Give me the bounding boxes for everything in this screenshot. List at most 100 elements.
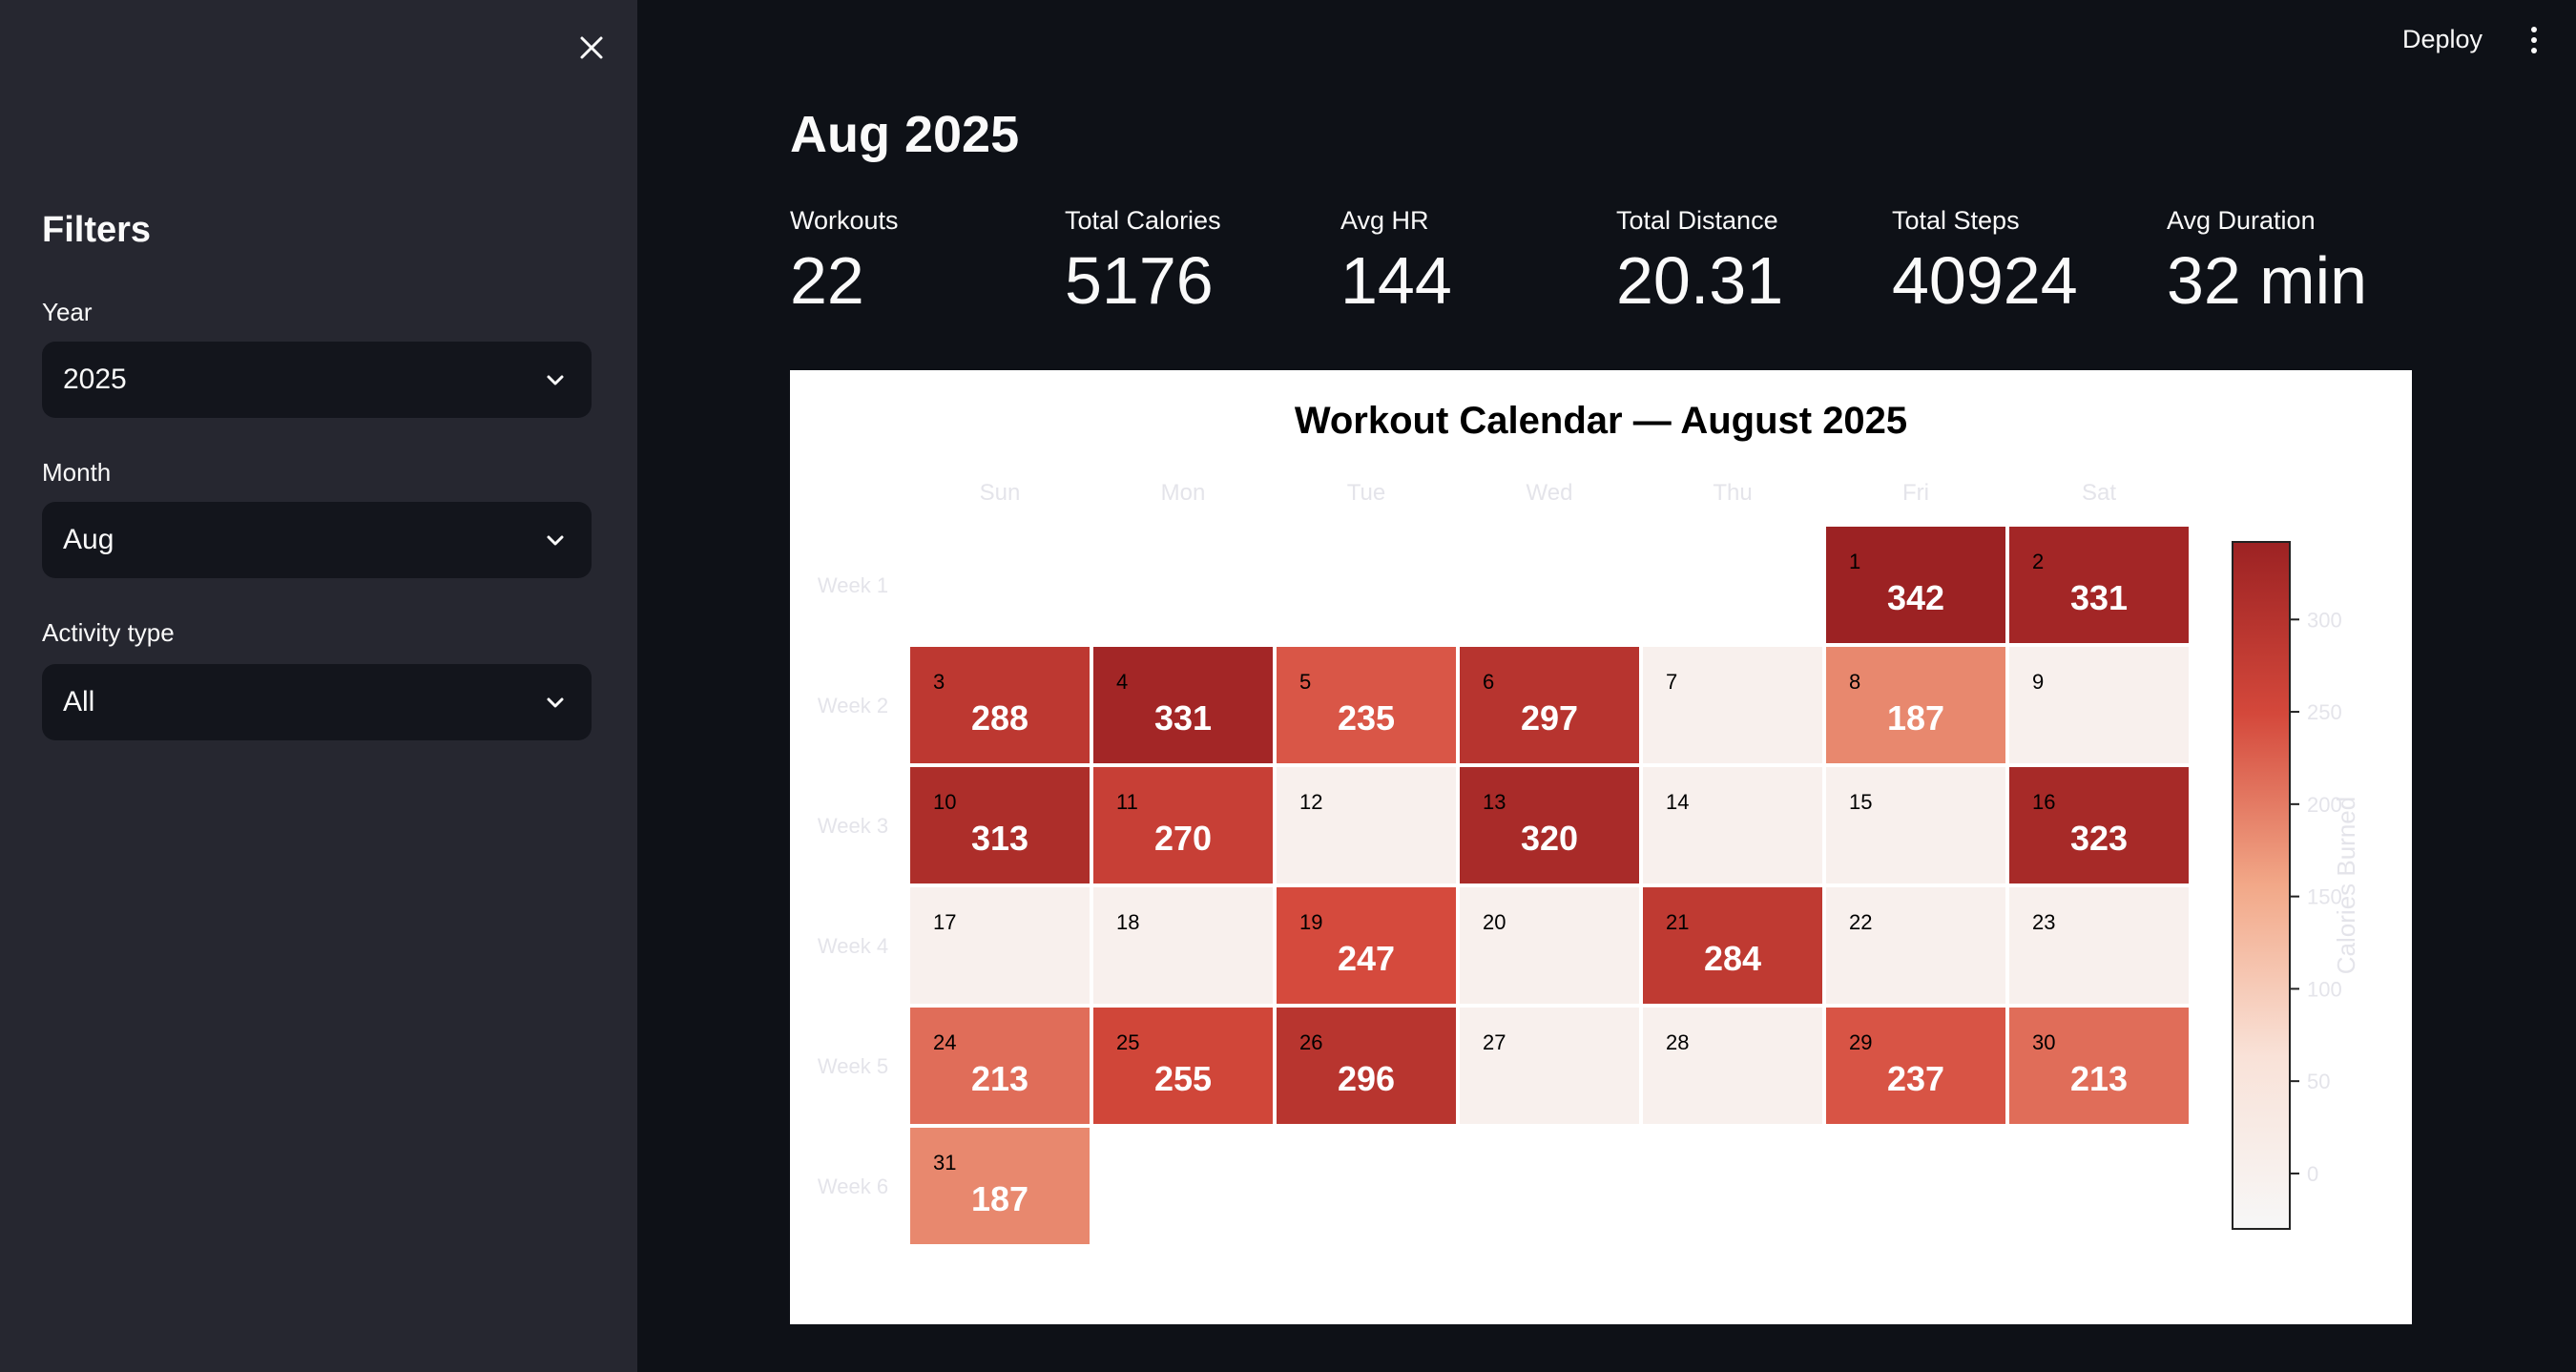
activity-type-select[interactable]: All: [42, 664, 592, 740]
day-number: 19: [1299, 910, 1322, 934]
calendar-cell: 10 313: [906, 763, 1093, 887]
day-number: 16: [2032, 790, 2055, 814]
deploy-button[interactable]: Deploy: [2402, 25, 2483, 54]
day-number: 8: [1849, 670, 1860, 694]
calendar-cell: 11 270: [1090, 763, 1277, 887]
calendar-cell: 18: [1090, 883, 1277, 1008]
colorbar-tick-label: 50: [2307, 1070, 2330, 1093]
colorbar-tick-label: 0: [2307, 1162, 2318, 1186]
metric-value: 32 min: [2167, 243, 2368, 318]
calorie-value: 284: [1704, 939, 1761, 978]
cell-fill: [1822, 883, 2009, 1008]
calendar-cell: 24 213: [906, 1004, 1093, 1128]
day-number: 5: [1299, 670, 1311, 694]
calendar-cell: 23: [2005, 883, 2192, 1008]
close-sidebar-button[interactable]: [569, 25, 614, 71]
calorie-value: 213: [2070, 1059, 2128, 1098]
calorie-value: 187: [971, 1179, 1028, 1218]
cell-fill: [1639, 643, 1826, 767]
colorbar-tick-label: 300: [2307, 608, 2342, 632]
calendar-cell: 17: [906, 883, 1093, 1008]
metric-label: Avg Duration: [2167, 206, 2316, 235]
close-icon: [580, 36, 603, 59]
cell-fill: [2005, 883, 2192, 1008]
calorie-value: 297: [1521, 698, 1578, 738]
day-number: 18: [1116, 910, 1139, 934]
metric-label: Avg HR: [1340, 206, 1429, 235]
metric-total-calories: Total Calories 5176: [1065, 206, 1221, 314]
year-select[interactable]: 2025: [42, 342, 592, 418]
calendar-cell: 16 323: [2005, 763, 2192, 887]
colorbar-label: Calories Burned: [2332, 797, 2360, 974]
calorie-value: 323: [2070, 819, 2128, 858]
chevron-down-icon: [542, 527, 569, 553]
metric-value: 144: [1340, 243, 1452, 318]
row-label-week-3: Week 3: [818, 814, 888, 838]
metric-workouts: Workouts 22: [790, 206, 899, 314]
filters-heading: Filters: [42, 210, 152, 250]
cell-fill: [906, 883, 1093, 1008]
day-number: 31: [933, 1151, 956, 1175]
calorie-value: 288: [971, 698, 1028, 738]
sidebar: Filters Year 2025 Month Aug Activity typ…: [0, 0, 637, 1372]
activity-type-label: Activity type: [42, 618, 175, 647]
calorie-value: 331: [1154, 698, 1212, 738]
day-number: 29: [1849, 1030, 1872, 1054]
metric-value: 40924: [1892, 243, 2078, 318]
main-menu-button[interactable]: [2519, 21, 2549, 59]
month-label: Month: [42, 458, 112, 487]
day-number: 26: [1299, 1030, 1322, 1054]
column-label-tue: Tue: [1347, 480, 1385, 506]
kebab-dot: [2531, 37, 2537, 43]
workout-calendar-chart: Workout Calendar — August 2025 Sun Mon Tue…: [790, 370, 2412, 1324]
calorie-value: 296: [1338, 1059, 1395, 1098]
metric-label: Total Calories: [1065, 206, 1221, 235]
calendar-cell: 20: [1456, 883, 1643, 1008]
calendar-cell: 5 235: [1273, 643, 1460, 767]
cell-fill: [1456, 883, 1643, 1008]
day-number: 13: [1483, 790, 1506, 814]
calendar-cell: 2 331: [2005, 523, 2192, 647]
calendar-cell: 15: [1822, 763, 2009, 887]
metric-value: 5176: [1065, 243, 1214, 318]
month-select[interactable]: Aug: [42, 502, 592, 578]
year-label: Year: [42, 298, 93, 326]
calorie-value: 342: [1887, 578, 1944, 617]
calendar-cell: 9: [2005, 643, 2192, 767]
cell-fill: [2005, 643, 2192, 767]
calorie-value: 313: [971, 819, 1028, 858]
calendar-heatmap-svg: Workout Calendar — August 2025 Sun Mon Tue…: [818, 400, 2360, 1248]
calorie-value: 247: [1338, 939, 1395, 978]
page-title: Aug 2025: [790, 106, 1020, 163]
calendar-cell: 27: [1456, 1004, 1643, 1128]
column-label-fri: Fri: [1902, 480, 1929, 506]
metric-value: 20.31: [1616, 243, 1784, 318]
day-number: 15: [1849, 790, 1872, 814]
colorbar-tick-label: 100: [2307, 977, 2342, 1001]
cell-fill: [1639, 1004, 1826, 1128]
day-number: 10: [933, 790, 956, 814]
day-number: 2: [2032, 550, 2044, 573]
day-number: 11: [1116, 790, 1138, 814]
calorie-value: 270: [1154, 819, 1212, 858]
calendar-cell: 6 297: [1456, 643, 1643, 767]
activity-type-select-value: All: [63, 686, 95, 717]
day-number: 25: [1116, 1030, 1139, 1054]
day-number: 17: [933, 910, 956, 934]
calendar-cell: 12: [1273, 763, 1460, 887]
row-label-week-6: Week 6: [818, 1175, 888, 1198]
kebab-dot: [2531, 27, 2537, 32]
column-label-wed: Wed: [1527, 480, 1573, 506]
column-label-mon: Mon: [1161, 480, 1206, 506]
day-number: 23: [2032, 910, 2055, 934]
day-number: 7: [1666, 670, 1677, 694]
metric-value: 22: [790, 243, 864, 318]
calorie-value: 213: [971, 1059, 1028, 1098]
column-label-sun: Sun: [980, 480, 1021, 506]
colorbar: [2232, 541, 2291, 1230]
metric-avg-hr: Avg HR 144: [1340, 206, 1452, 314]
calendar-cell: 28: [1639, 1004, 1826, 1128]
calendar-cell: 26 296: [1273, 1004, 1460, 1128]
calendar-cell: 3 288: [906, 643, 1093, 767]
month-select-value: Aug: [63, 524, 114, 555]
